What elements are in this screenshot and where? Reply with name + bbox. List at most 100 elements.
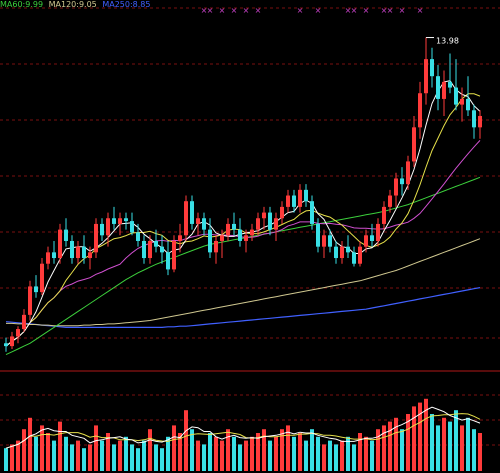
candle-body — [454, 87, 458, 105]
candle-body — [178, 235, 182, 241]
volume-bar — [268, 440, 272, 471]
volume-bar — [160, 448, 164, 471]
volume-bar — [244, 440, 248, 471]
candle-body — [118, 218, 122, 224]
ma120-legend: MA120:9.05 — [48, 0, 97, 9]
candle-body — [382, 206, 386, 224]
candle-body — [94, 223, 98, 253]
candle-body — [130, 221, 134, 233]
volume-bar — [352, 444, 356, 471]
candle-body — [28, 286, 32, 315]
candle-body — [286, 195, 290, 207]
event-marker: × — [231, 6, 238, 15]
volume-bar — [4, 448, 8, 471]
candle-body — [4, 343, 8, 347]
candle-body — [310, 201, 314, 224]
volume-bar — [436, 425, 440, 471]
volume-bar — [274, 436, 278, 471]
volume-bar — [340, 440, 344, 471]
event-marker: × — [315, 6, 322, 15]
volume-bar — [148, 429, 152, 471]
candle-body — [418, 93, 422, 128]
candle-body — [472, 110, 476, 128]
volume-bar — [142, 440, 146, 471]
volume-bar — [400, 429, 404, 471]
volume-bar — [346, 436, 350, 471]
volume-bar — [94, 425, 98, 471]
volume-bar — [262, 429, 266, 471]
volume-bar — [214, 436, 218, 471]
candle-body — [400, 178, 404, 185]
volume-bar — [238, 444, 242, 471]
candle-body — [40, 263, 44, 293]
candle-body — [154, 240, 158, 247]
candle-body — [208, 229, 212, 253]
volume-bar — [46, 433, 50, 471]
volume-bar — [28, 417, 32, 471]
candle-body — [340, 246, 344, 259]
volume-bar — [220, 440, 224, 471]
event-marker: × — [219, 6, 226, 15]
candle-body — [16, 329, 20, 337]
candle-body — [466, 98, 470, 111]
volume-bar — [136, 448, 140, 471]
candle-body — [124, 218, 128, 222]
candle-body — [352, 252, 356, 264]
candle-body — [64, 229, 68, 241]
volume-bar — [466, 417, 470, 471]
event-marker: × — [297, 6, 304, 15]
candle-body — [322, 235, 326, 247]
volume-bar — [196, 440, 200, 471]
candle-body — [232, 223, 236, 230]
candle-body — [82, 246, 86, 259]
ma10-line — [5, 93, 481, 347]
candle-body — [166, 252, 170, 270]
peak-price-label: 13.98 — [436, 37, 459, 46]
candle-body — [88, 252, 92, 259]
ma250-line — [5, 287, 481, 328]
volume-bar — [322, 444, 326, 471]
volume-bar — [130, 444, 134, 471]
volume-bar — [388, 421, 392, 471]
candle-body — [442, 81, 446, 99]
volume-bar — [202, 444, 206, 471]
candle-body — [274, 218, 278, 230]
ma-legend: MA60:9.99 MA120:9.05 MA250:8.85 — [0, 0, 153, 9]
volume-bar — [100, 440, 104, 471]
candle-body — [184, 201, 188, 236]
candle-body — [22, 314, 26, 330]
candle-body — [460, 98, 464, 105]
volume-bar — [34, 436, 38, 471]
event-marker: × — [363, 6, 370, 15]
volume-bar — [76, 440, 80, 471]
volume-bar — [310, 429, 314, 471]
candle-body — [148, 240, 152, 259]
candle-body — [424, 59, 428, 94]
volume-bar — [70, 444, 74, 471]
candle-body — [394, 178, 398, 196]
candle-body — [202, 218, 206, 230]
volume-bar — [394, 417, 398, 471]
volume-bar — [40, 425, 44, 471]
volume-bar — [58, 421, 62, 471]
volume-bar — [112, 444, 116, 471]
ma250-legend: MA250:8.85 — [102, 0, 151, 9]
candle-body — [58, 229, 62, 259]
candle-body — [160, 246, 164, 253]
candle-body — [256, 218, 260, 230]
volume-bar — [454, 410, 458, 471]
candle-body — [142, 240, 146, 259]
volume-bar — [184, 410, 188, 471]
candle-body — [10, 336, 14, 347]
candle-body — [358, 246, 362, 264]
candle-body — [316, 223, 320, 247]
volume-bar — [64, 436, 68, 471]
candle-body — [220, 235, 224, 241]
candle-body — [406, 161, 410, 185]
event-marker: × — [243, 6, 250, 15]
candle-body — [238, 229, 242, 241]
candle-body — [298, 189, 302, 207]
candle-body — [478, 115, 482, 128]
candle-body — [172, 240, 176, 270]
volume-bar — [124, 436, 128, 471]
